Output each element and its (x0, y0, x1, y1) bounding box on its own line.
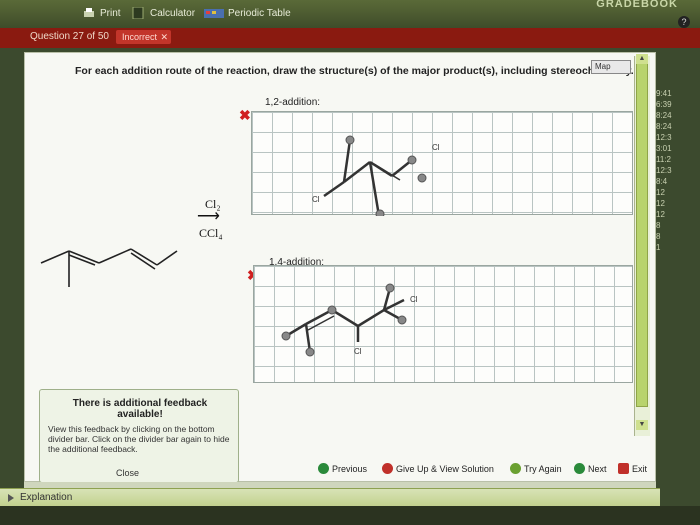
try-again-label: Try Again (524, 463, 562, 474)
question-number: Question 27 of 50 (30, 31, 109, 42)
exit-icon (618, 463, 629, 474)
cl-label-3: Cl (410, 295, 418, 304)
periodic-table-icon (204, 7, 224, 19)
cl-label-2: Cl (432, 143, 440, 152)
reactant-structure (40, 248, 178, 287)
next-button[interactable]: Next (574, 463, 607, 474)
calculator-label: Calculator (150, 7, 196, 19)
top-toolbar: Print Calculator Periodic Table GRADEBOO… (0, 0, 700, 28)
print-button[interactable]: Print (82, 7, 121, 19)
calculator-icon (132, 6, 146, 20)
try-again-icon (510, 463, 521, 474)
give-up-button[interactable]: Give Up & View Solution (382, 463, 494, 474)
feedback-title: There is additional feedback available! (72, 398, 208, 420)
map-button[interactable]: Map (591, 60, 631, 74)
printer-icon (82, 7, 96, 19)
reagent: Cl₂ ⟶ CCl₄ (197, 197, 223, 241)
side-time: 12:3 (656, 166, 672, 175)
exit-button[interactable]: Exit (618, 463, 647, 474)
side-time: 12 (656, 210, 665, 219)
scroll-up-icon[interactable]: ▲ (636, 54, 648, 64)
explanation-label: Explanation (20, 492, 73, 503)
calculator-button[interactable]: Calculator (132, 6, 196, 20)
previous-label: Previous (332, 463, 368, 474)
cl-label-4: Cl (354, 347, 362, 356)
periodic-table-label: Periodic Table (228, 7, 291, 19)
bottom-frame (0, 506, 700, 525)
try-again-button[interactable]: Try Again (510, 463, 562, 474)
side-time: 8 (656, 232, 661, 241)
gradebook-link[interactable]: GRADEBOOK (596, 0, 678, 10)
print-label: Print (100, 7, 121, 19)
side-time: 11:2 (656, 155, 671, 164)
side-time: 3:01 (656, 144, 672, 153)
feedback-close-button[interactable]: Close (116, 468, 139, 478)
map-label: Map (595, 62, 611, 71)
scroll-down-icon[interactable]: ▼ (636, 420, 648, 430)
side-time: 8 (656, 221, 661, 230)
periodic-table-button[interactable]: Periodic Table (204, 7, 291, 19)
previous-button[interactable]: Previous (318, 463, 367, 474)
give-up-label: Give Up & View Solution (396, 463, 494, 474)
product-structure-1: Cl Cl (312, 135, 440, 216)
reaction-arrow: ⟶ (197, 208, 220, 225)
scrollbar-thumb[interactable] (636, 62, 648, 407)
explanation-bar[interactable]: Explanation (0, 488, 660, 506)
question-bar: Question 27 of 50 Incorrect ✕ (0, 28, 700, 48)
product-structure-2: Cl Cl (281, 283, 418, 357)
reagent-bottom: CCl₄ (199, 226, 223, 240)
status-badge[interactable]: Incorrect ✕ (116, 30, 172, 44)
side-time: 12:3 (656, 133, 672, 142)
give-up-icon (382, 463, 393, 474)
drawing-grid-1[interactable]: Cl Cl (251, 111, 633, 216)
close-icon: ✕ (160, 32, 169, 42)
next-label: Next (588, 463, 607, 474)
side-time: 1 (656, 243, 661, 252)
status-label: Incorrect (122, 32, 158, 42)
drawing-grid-2[interactable]: Cl Cl (253, 265, 633, 383)
question-panel: For each addition route of the reaction,… (24, 52, 656, 483)
expand-triangle-icon (8, 494, 14, 502)
cl-label-1: Cl (312, 195, 320, 204)
feedback-body: View this feedback by clicking on the bo… (48, 424, 230, 454)
side-time: 8:4 (656, 177, 668, 186)
side-times: 9:41 6:39 8:24 8:24 12:3 3:01 11:2 12:3 … (652, 88, 700, 253)
side-time: 9:41 (656, 89, 672, 98)
side-time: 12 (656, 188, 665, 197)
side-time: 12 (656, 199, 665, 208)
side-time: 8:24 (656, 122, 672, 131)
incorrect-x-icon: ✖ (239, 107, 251, 123)
help-icon[interactable]: ? (678, 16, 690, 28)
previous-icon (318, 463, 329, 474)
feedback-box: There is additional feedback available! … (39, 389, 239, 483)
side-time: 6:39 (656, 100, 672, 109)
next-icon (574, 463, 585, 474)
question-instruction: For each addition route of the reaction,… (75, 65, 634, 77)
side-time: 8:24 (656, 111, 672, 120)
grid-1-label: 1,2-addition: (265, 97, 321, 108)
exit-label: Exit (632, 463, 648, 474)
